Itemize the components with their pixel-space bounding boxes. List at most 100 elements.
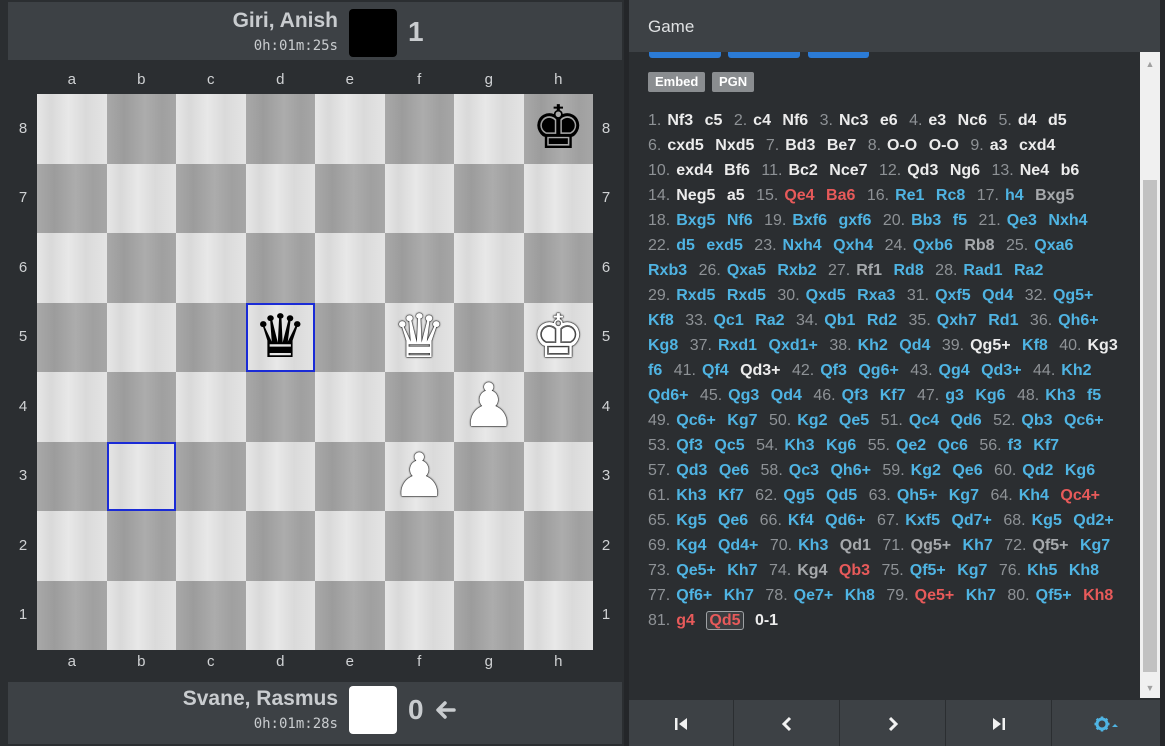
move[interactable]: Rf1: [856, 262, 882, 279]
move[interactable]: Qg5+: [911, 537, 951, 554]
square-f2[interactable]: [384, 511, 454, 581]
move[interactable]: Qxb6: [913, 237, 953, 254]
square-f6[interactable]: [384, 233, 454, 303]
toolbar-tab[interactable]: [808, 52, 869, 58]
move[interactable]: cxd5: [667, 137, 703, 154]
move[interactable]: Kf8: [648, 312, 674, 329]
move[interactable]: Qe6: [719, 462, 749, 479]
move[interactable]: Rxd5: [676, 287, 715, 304]
move[interactable]: Qh5+: [897, 487, 937, 504]
move[interactable]: Qf6+: [676, 587, 712, 604]
square-c8[interactable]: [176, 94, 246, 164]
move[interactable]: Qe5+: [915, 587, 955, 604]
move[interactable]: Qxf5: [935, 287, 971, 304]
square-g3[interactable]: [454, 441, 524, 511]
square-h2[interactable]: [523, 511, 593, 581]
square-b4[interactable]: [106, 372, 176, 442]
square-a5[interactable]: [37, 302, 107, 372]
move[interactable]: Qxd5: [806, 287, 846, 304]
move[interactable]: Qc4+: [1060, 487, 1100, 504]
move[interactable]: Qe2: [896, 437, 926, 454]
move[interactable]: Nc3: [839, 112, 868, 129]
pgn-button[interactable]: PGN: [712, 72, 755, 92]
square-e4[interactable]: [315, 372, 385, 442]
move[interactable]: Qc1: [713, 312, 743, 329]
move[interactable]: Kh7: [727, 562, 757, 579]
square-b8[interactable]: [106, 94, 176, 164]
move[interactable]: Kxf5: [905, 512, 940, 529]
move[interactable]: Kf7: [880, 387, 906, 404]
chess-board[interactable]: ♚ ♛ ♛ ♚ ♟ ♟: [37, 93, 594, 650]
square-e5[interactable]: [315, 302, 385, 372]
move[interactable]: Qf3: [676, 437, 703, 454]
move[interactable]: Rxb3: [648, 262, 687, 279]
square-c2[interactable]: [176, 511, 246, 581]
move[interactable]: Qc6+: [1064, 412, 1104, 429]
black-king-h8[interactable]: ♚: [524, 93, 594, 164]
move[interactable]: Kh4: [1019, 487, 1049, 504]
square-b6[interactable]: [106, 233, 176, 303]
move[interactable]: Qd5: [826, 487, 857, 504]
move[interactable]: Qb3: [839, 562, 870, 579]
square-a7[interactable]: [37, 163, 107, 233]
move[interactable]: Qe6: [952, 462, 982, 479]
move[interactable]: d5: [1048, 112, 1067, 129]
move[interactable]: Kg4: [797, 562, 827, 579]
move[interactable]: Kg2: [797, 412, 827, 429]
move[interactable]: d5: [676, 237, 695, 254]
move[interactable]: h4: [1005, 187, 1024, 204]
square-c4[interactable]: [176, 372, 246, 442]
move[interactable]: Qe3: [1007, 212, 1037, 229]
move[interactable]: Kg5: [1032, 512, 1062, 529]
move[interactable]: Qg5+: [1053, 287, 1093, 304]
move[interactable]: Kf8: [1022, 337, 1048, 354]
move[interactable]: Kf4: [788, 512, 814, 529]
move[interactable]: Kg3: [1088, 337, 1118, 354]
move[interactable]: Qc6+: [676, 412, 716, 429]
move[interactable]: Qg6+: [858, 362, 898, 379]
move[interactable]: Qd2+: [1073, 512, 1113, 529]
scroll-thumb[interactable]: [1143, 180, 1157, 672]
move[interactable]: Kf7: [718, 487, 744, 504]
move[interactable]: Qe6: [718, 512, 748, 529]
move[interactable]: Rxd1: [718, 337, 757, 354]
square-f1[interactable]: [384, 580, 454, 650]
move[interactable]: Neg5: [676, 187, 715, 204]
move[interactable]: Qc5: [714, 437, 744, 454]
move[interactable]: Kg8: [648, 337, 678, 354]
move[interactable]: Qd3+: [981, 362, 1021, 379]
move[interactable]: Qf4: [702, 362, 729, 379]
move[interactable]: Nxd5: [715, 137, 754, 154]
move[interactable]: c5: [705, 112, 723, 129]
move[interactable]: Ra2: [1014, 262, 1043, 279]
move[interactable]: Qd2: [1022, 462, 1053, 479]
move[interactable]: Qd3+: [740, 362, 780, 379]
move[interactable]: Kh8: [1083, 587, 1113, 604]
move[interactable]: Qg5: [783, 487, 814, 504]
move[interactable]: Qf5+: [1036, 587, 1072, 604]
white-pawn-f3[interactable]: ♟: [385, 441, 455, 512]
square-f7[interactable]: [384, 163, 454, 233]
move[interactable]: Nc6: [958, 112, 987, 129]
move[interactable]: Qd6: [951, 412, 982, 429]
square-h7[interactable]: [523, 163, 593, 233]
move[interactable]: Ne4: [1020, 162, 1049, 179]
move[interactable]: Rd2: [867, 312, 897, 329]
move[interactable]: Kg6: [975, 387, 1005, 404]
move[interactable]: a3: [990, 137, 1008, 154]
square-h1[interactable]: [523, 580, 593, 650]
move[interactable]: O-O: [929, 137, 959, 154]
square-h4[interactable]: [523, 372, 593, 442]
square-c1[interactable]: [176, 580, 246, 650]
move[interactable]: g4: [676, 612, 695, 629]
move[interactable]: exd5: [706, 237, 742, 254]
move[interactable]: Re1: [895, 187, 924, 204]
square-f4[interactable]: [384, 372, 454, 442]
move[interactable]: Qe4: [784, 187, 814, 204]
move[interactable]: Rd8: [893, 262, 923, 279]
move[interactable]: Rad1: [963, 262, 1002, 279]
move[interactable]: Rd1: [988, 312, 1018, 329]
move[interactable]: Nce7: [829, 162, 867, 179]
move[interactable]: Kg2: [911, 462, 941, 479]
square-d7[interactable]: [245, 163, 315, 233]
